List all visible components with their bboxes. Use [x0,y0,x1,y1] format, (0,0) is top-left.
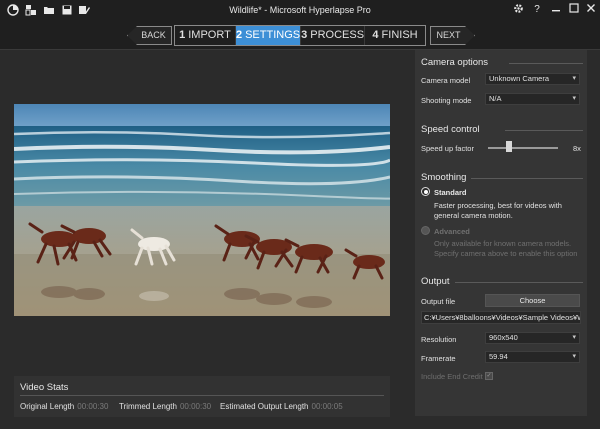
chevron-down-icon: ▾ [572,353,576,360]
output-file-label: Output file [421,297,456,306]
output-path-field[interactable]: C:¥Users¥8balloons¥Videos¥Sample Videos¥… [421,311,581,324]
advanced-option-label: Advanced [434,227,470,236]
next-button[interactable]: NEXT [430,26,475,45]
speed-factor-value: 8x [573,144,581,153]
step-process[interactable]: 3 PROCESS [301,26,366,45]
end-credit-label: Include End Credit [421,372,483,381]
camera-model-label: Camera model [421,76,471,85]
step-indicator: 1 IMPORT 2 SETTINGS 3 PROCESS 4 FINISH [174,25,426,46]
standard-option-desc: Faster processing, best for videos with … [434,201,562,220]
window-title: Wildlife* - Microsoft Hyperlapse Pro [229,5,371,15]
video-frame [14,104,390,316]
speed-slider-track[interactable] [488,147,558,149]
step-bar: BACK 1 IMPORT 2 SETTINGS 3 PROCESS 4 FINISH … [0,22,600,50]
speed-control-title: Speed control [421,124,480,135]
back-button[interactable]: BACK [127,26,172,45]
standard-option-label: Standard [434,188,467,197]
help-icon[interactable]: ? [530,3,544,17]
minimize-icon[interactable] [549,3,563,17]
resolution-select[interactable]: 960x540 ▾ [485,332,580,344]
step-finish[interactable]: 4 FINISH [365,26,425,45]
gear-icon[interactable] [511,3,525,17]
video-stats-panel: Video Stats Original Length 00:00:30 Trim… [14,376,390,417]
chevron-down-icon: ▾ [572,95,576,102]
estimated-output-length: Estimated Output Length 00:00:05 [220,402,343,411]
divider [20,395,384,396]
advanced-option-desc: Only available for known camera models. … [434,239,578,258]
divider [455,282,583,283]
shooting-mode-select[interactable]: N/A ▾ [485,93,580,105]
framerate-select[interactable]: 59.94 ▾ [485,351,580,363]
step-settings[interactable]: 2 SETTINGS [235,26,302,45]
title-bar: Wildlife* - Microsoft Hyperlapse Pro ? [0,0,600,22]
resolution-label: Resolution [421,335,457,344]
chevron-down-icon: ▾ [572,334,576,341]
maximize-icon[interactable] [567,3,581,17]
speed-factor-label: Speed up factor [421,144,474,153]
advanced-radio[interactable] [421,226,430,235]
camera-options-title: Camera options [421,57,489,68]
choose-button[interactable]: Choose [485,294,580,307]
original-length: Original Length 00:00:30 [20,402,109,411]
output-title: Output [421,276,450,287]
divider [505,130,583,131]
settings-panel: Camera options Camera model Unknown Came… [415,50,587,416]
standard-radio[interactable] [421,187,430,196]
video-stats-title: Video Stats [20,382,69,393]
framerate-label: Framerate [421,354,456,363]
divider [509,63,583,64]
video-preview[interactable] [14,104,390,316]
chevron-down-icon: ▾ [572,75,576,82]
close-icon[interactable] [584,3,598,17]
divider [471,178,583,179]
speed-slider-thumb[interactable] [506,141,512,152]
shooting-mode-label: Shooting mode [421,96,472,105]
trimmed-length: Trimmed Length 00:00:30 [119,402,212,411]
camera-model-select[interactable]: Unknown Camera ▾ [485,73,580,85]
step-import[interactable]: 1 IMPORT [175,26,236,45]
end-credit-checkbox[interactable]: ✓ [485,372,493,380]
smoothing-title: Smoothing [421,172,467,183]
